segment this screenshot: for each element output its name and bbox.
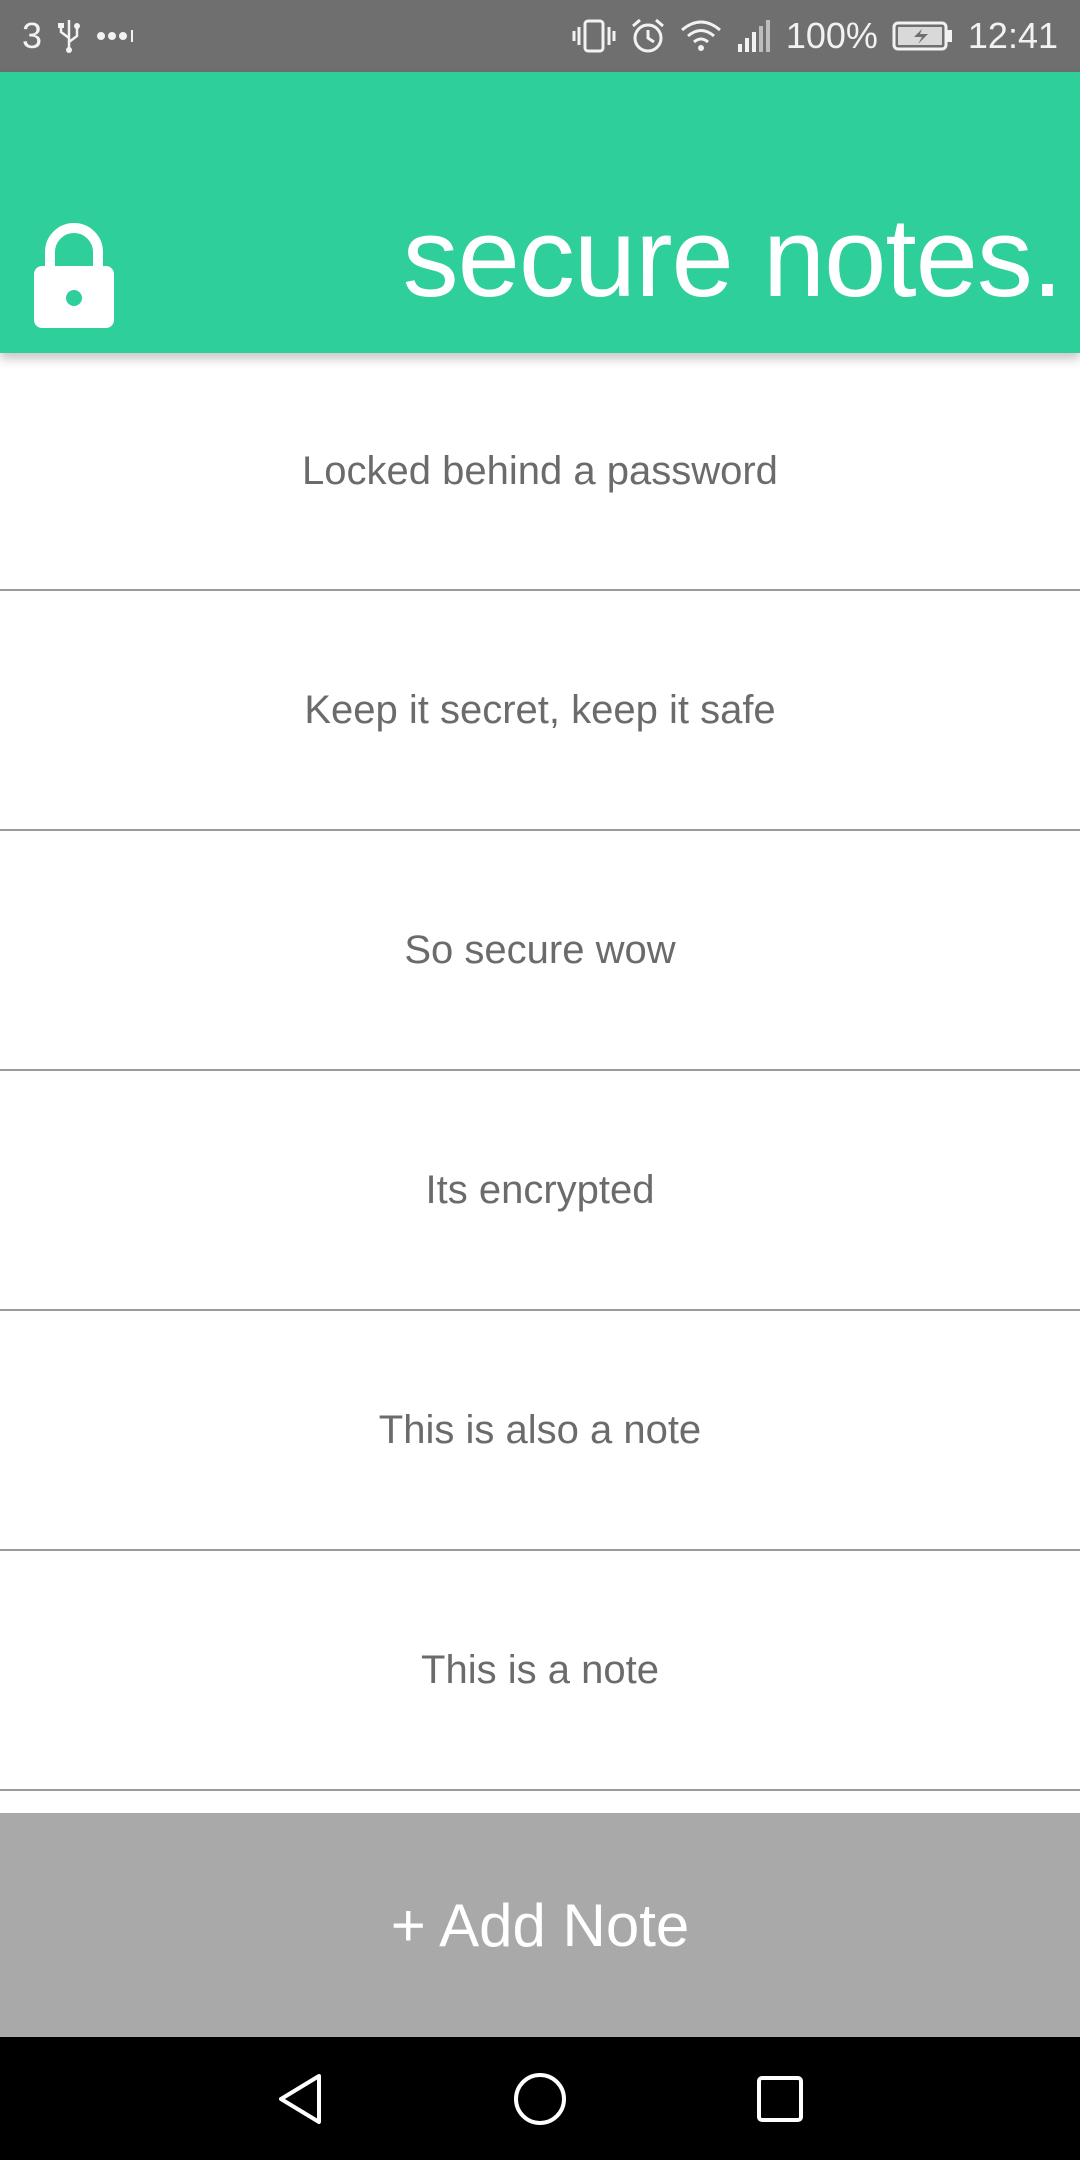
lock-icon (32, 222, 116, 330)
more-dots-icon (96, 30, 136, 42)
note-item[interactable]: This is also a note (0, 1311, 1080, 1551)
clock-time: 12:41 (967, 15, 1058, 56)
add-note-button[interactable]: + Add Note (0, 1813, 1080, 2037)
status-bar: 3 100% 12:41 (0, 0, 1080, 72)
note-item[interactable]: So secure wow (0, 831, 1080, 1071)
battery-percent: 100% (785, 15, 878, 56)
battery-charging-icon (892, 21, 954, 51)
note-item[interactable]: Its encrypted (0, 1071, 1080, 1311)
usb-icon (56, 18, 82, 54)
app-title: secure notes. (402, 195, 1063, 320)
navigation-bar (0, 2037, 1080, 2160)
vibrate-icon (572, 19, 616, 53)
note-item[interactable]: This is a note (0, 1551, 1080, 1791)
recents-icon[interactable] (750, 2069, 810, 2129)
note-item[interactable]: Locked behind a password (0, 353, 1080, 591)
status-right: 100% 12:41 (572, 15, 1058, 57)
app-header: secure notes. (0, 72, 1080, 353)
sim-indicator: 3 (22, 15, 43, 56)
alarm-icon (630, 18, 666, 54)
status-left: 3 (22, 15, 136, 57)
home-icon[interactable] (510, 2069, 570, 2129)
notes-list: Locked behind a password Keep it secret,… (0, 353, 1080, 1813)
wifi-icon (680, 20, 722, 52)
note-item[interactable]: Keep it secret, keep it safe (0, 591, 1080, 831)
back-icon[interactable] (270, 2069, 330, 2129)
signal-icon (736, 20, 772, 52)
